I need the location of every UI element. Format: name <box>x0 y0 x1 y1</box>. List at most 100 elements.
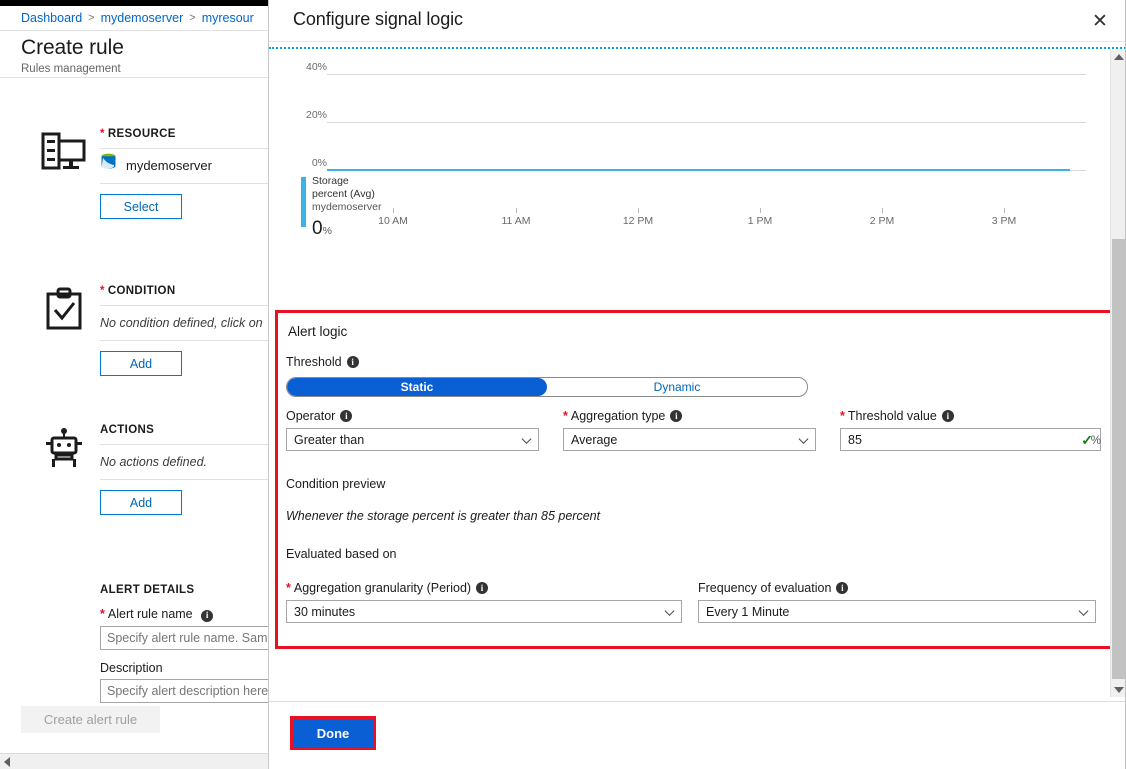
resource-icon <box>38 126 90 178</box>
threshold-value-field: * Threshold value i 85 ✓ % <box>840 409 1101 451</box>
legend-unit: % <box>322 225 332 237</box>
frequency-of-evaluation-value: Every 1 Minute <box>706 604 790 619</box>
dialog-vertical-scrollbar[interactable] <box>1110 49 1125 697</box>
chevron-down-icon <box>664 605 675 616</box>
configure-signal-logic-dialog: Configure signal logic ✕ 40% 20% 0% 10 A… <box>268 0 1126 769</box>
required-marker: * <box>100 285 105 297</box>
dotted-divider <box>269 47 1126 49</box>
add-condition-button[interactable]: Add <box>100 351 182 376</box>
aggregation-type-label: * Aggregation type i <box>563 409 816 423</box>
aggregation-type-value: Average <box>571 432 618 447</box>
aggregation-granularity-label: * Aggregation granularity (Period) i <box>286 581 682 595</box>
clipboard-check-icon <box>38 283 90 335</box>
operator-field: Operator i Greater than <box>286 409 539 451</box>
scrollbar-thumb[interactable] <box>1112 239 1125 679</box>
gridline <box>327 74 1086 75</box>
breadcrumb-item-dashboard[interactable]: Dashboard <box>21 11 82 25</box>
create-rule-blade: Dashboard > mydemoserver > myresour Crea… <box>0 6 270 769</box>
x-tick-label: 3 PM <box>991 215 1017 227</box>
x-tick-label: 10 AM <box>378 215 408 227</box>
operator-label: Operator i <box>286 409 539 423</box>
threshold-value-unit: % <box>1090 435 1101 447</box>
create-alert-rule-button[interactable]: Create alert rule <box>21 706 160 733</box>
operator-value: Greater than <box>294 432 365 447</box>
threshold-value-label: * Threshold value i <box>840 409 1101 423</box>
page-title: Create rule <box>21 36 124 59</box>
tick-mark <box>638 208 639 213</box>
scroll-left-arrow-icon[interactable] <box>4 757 10 767</box>
operator-select[interactable]: Greater than <box>286 428 539 451</box>
close-icon[interactable]: ✕ <box>1084 5 1116 37</box>
database-icon <box>100 151 117 181</box>
info-icon[interactable]: i <box>476 582 489 594</box>
frequency-of-evaluation-field: Frequency of evaluation i Every 1 Minute <box>698 581 1096 623</box>
y-tick-label: 40% <box>305 61 327 73</box>
frequency-of-evaluation-select[interactable]: Every 1 Minute <box>698 600 1096 623</box>
aggregation-granularity-field: * Aggregation granularity (Period) i 30 m… <box>286 581 682 623</box>
threshold-value-text: 85 <box>848 432 862 447</box>
description-label: Description <box>100 660 163 675</box>
scroll-down-arrow-icon[interactable] <box>1111 682 1126 697</box>
blade-body: * RESOURCE mydemoserver Select * CONDITI… <box>0 78 270 738</box>
required-marker: * <box>100 607 105 621</box>
legend-resource-name: mydemoserver <box>312 201 382 213</box>
blade-header: Create rule Rules management <box>0 30 270 78</box>
tick-mark <box>1004 208 1005 213</box>
info-icon[interactable]: i <box>340 410 353 422</box>
x-tick-label: 11 AM <box>501 215 531 227</box>
breadcrumb-separator-icon: > <box>189 12 196 24</box>
required-marker: * <box>563 409 568 423</box>
breadcrumb-item-mydemoserver[interactable]: mydemoserver <box>101 11 184 25</box>
section-label-actions: ACTIONS <box>100 424 155 436</box>
tick-mark <box>882 208 883 213</box>
aggregation-granularity-select[interactable]: 30 minutes <box>286 600 682 623</box>
tick-mark <box>393 208 394 213</box>
resource-value: mydemoserver <box>100 149 270 183</box>
threshold-label: Threshold i <box>286 355 359 369</box>
x-tick-label: 1 PM <box>747 215 773 227</box>
done-button[interactable]: Done <box>293 719 373 747</box>
threshold-option-static[interactable]: Static <box>287 378 547 396</box>
scroll-up-arrow-icon[interactable] <box>1111 49 1126 64</box>
info-icon[interactable]: i <box>670 410 683 422</box>
horizontal-scrollbar[interactable] <box>0 753 270 769</box>
info-icon[interactable]: i <box>201 609 214 622</box>
aggregation-granularity-value: 30 minutes <box>294 604 356 619</box>
threshold-option-dynamic[interactable]: Dynamic <box>547 378 807 396</box>
info-icon[interactable]: i <box>836 582 849 594</box>
tick-mark <box>516 208 517 213</box>
add-action-button[interactable]: Add <box>100 490 182 515</box>
x-tick-label: 2 PM <box>869 215 895 227</box>
page-subtitle: Rules management <box>21 63 121 75</box>
select-resource-button[interactable]: Select <box>100 194 182 219</box>
dialog-title: Configure signal logic <box>293 9 463 29</box>
alert-details-heading: ALERT DETAILS <box>100 584 195 596</box>
legend-metric-name: Storage percent (Avg) <box>312 175 375 200</box>
aggregation-type-select[interactable]: Average <box>563 428 816 451</box>
frequency-of-evaluation-label: Frequency of evaluation i <box>698 581 1096 595</box>
threshold-type-toggle[interactable]: Static Dynamic <box>286 377 808 397</box>
chevron-down-icon <box>798 433 809 444</box>
tick-mark <box>760 208 761 213</box>
divider <box>100 340 270 341</box>
dialog-header: Configure signal logic ✕ <box>269 0 1126 42</box>
actions-empty-text: No actions defined. <box>100 455 208 469</box>
screen: Dashboard > mydemoserver > myresour Crea… <box>0 0 1126 769</box>
robot-icon <box>38 422 90 474</box>
y-gridline-20: 20% <box>301 109 1086 123</box>
blade-footer: Create alert rule <box>0 706 270 742</box>
chart-x-axis: 10 AM 11 AM 12 PM 1 PM 2 PM 3 PM <box>301 208 1086 234</box>
description-input[interactable] <box>100 678 270 703</box>
y-gridline-40: 40% <box>301 61 1086 75</box>
chart-plot-area: 40% 20% 0% <box>301 60 1086 208</box>
info-icon[interactable]: i <box>941 410 954 422</box>
breadcrumb-item-myresource[interactable]: myresour <box>202 11 254 25</box>
alert-details-block: ALERT DETAILS *Alert rule name i Descrip… <box>100 584 270 703</box>
evaluated-based-on-label: Evaluated based on <box>286 547 397 561</box>
info-icon[interactable]: i <box>346 356 359 368</box>
required-marker: * <box>840 409 845 423</box>
done-button-highlight: Done <box>290 716 376 750</box>
alert-rule-name-input[interactable] <box>100 625 270 650</box>
threshold-value-input[interactable]: 85 ✓ <box>840 428 1101 451</box>
resource-name: mydemoserver <box>126 158 212 173</box>
